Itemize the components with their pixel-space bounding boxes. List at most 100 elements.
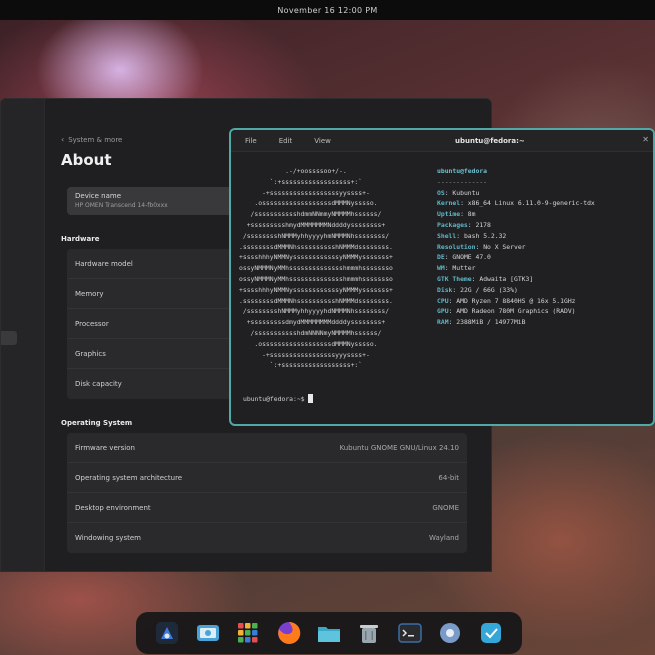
ascii-line: ossyNMMMNyMMhsssssssssssssshmmmhssssssso [239, 264, 393, 273]
info-colon: : [452, 285, 461, 294]
info-key: Resolution [437, 242, 476, 251]
files-icon [317, 627, 340, 642]
info-separator: ------------- [437, 177, 488, 186]
row-label: Desktop environment [75, 503, 151, 512]
close-icon[interactable]: ✕ [642, 135, 649, 144]
info-key: CPU [437, 296, 449, 305]
terminal-header: File Edit View ubuntu@fedora:~ ✕ [231, 130, 653, 152]
info-value: Kubuntu [452, 188, 480, 197]
row-value: Kubuntu GNOME GNU/Linux 24.10 [339, 443, 459, 452]
info-key: Uptime [437, 210, 461, 219]
terminal-window[interactable]: File Edit View ubuntu@fedora:~ ✕ .-/+oos… [229, 128, 655, 426]
os-row[interactable]: Desktop environment GNOME [67, 493, 467, 523]
terminal-icon [397, 623, 422, 643]
info-row: CPU: AMD Ryzen 7 8840HS @ 16x 5.1GHz [437, 296, 651, 307]
info-value: AMD Radeon 780M Graphics (RADV) [456, 307, 576, 316]
terminal-title: ubuntu@fedora:~ [455, 137, 525, 145]
dock-item[interactable] [274, 618, 304, 648]
info-value: GNOME 47.0 [452, 253, 491, 262]
dock [136, 612, 522, 654]
info-host: ubuntu@fedora [437, 167, 488, 175]
back-button-label: System & more [68, 135, 123, 144]
software-icon [480, 623, 501, 643]
info-row: WM: Mutter [437, 263, 651, 274]
row-label: Firmware version [75, 443, 135, 452]
info-row: Kernel: x86_64 Linux 6.11.0-9-generic-td… [437, 198, 651, 209]
neofetch-info: ubuntu@fedora ------------- OS: Kubuntu K… [437, 166, 651, 328]
ascii-line: ossyNMMMNyMMhsssssssssssssshmmmhssssssso [239, 274, 393, 283]
ascii-line: +sssshhhyNMMNyssssssssssssyNMMMysssssss+ [239, 253, 393, 262]
ascii-line: `:+ssssssssssssssssss+:` [239, 361, 363, 370]
info-row: OS: Kubuntu [437, 188, 651, 199]
ascii-line: +ssssssssshmydMMMMMMMNddddyssssssss+ [239, 220, 386, 229]
text-cursor [307, 394, 313, 403]
screenshot-icon [196, 625, 219, 641]
ascii-line: /sssssssshNMMMyhhyyyyhmNMMMNhssssssss/ [239, 231, 390, 240]
menu-edit[interactable]: Edit [279, 137, 293, 145]
row-value: Wayland [428, 534, 459, 542]
os-row[interactable]: Operating system architecture 64-bit [67, 463, 467, 493]
ascii-line: .ossssssssssssssssssdMMMNysssso. [239, 199, 378, 208]
app-center-icon [156, 622, 179, 644]
terminal-prompt[interactable]: ubuntu@fedora:~$ [243, 394, 313, 403]
ascii-line: .-/+oossssoo+/-. [239, 167, 347, 175]
row-label: Memory [75, 289, 104, 298]
dock-item[interactable] [152, 618, 182, 648]
dock-item[interactable] [395, 618, 425, 648]
settings-icon [440, 623, 461, 643]
info-value: x86_64 Linux 6.11.0-9-generic-tdx [467, 199, 595, 208]
top-bar: November 16 12:00 PM [0, 0, 655, 20]
menu-file[interactable]: File [245, 137, 257, 145]
row-label: Disk capacity [75, 380, 122, 388]
dock-item[interactable] [314, 618, 344, 648]
back-button[interactable]: ‹ System & more [61, 135, 122, 144]
row-label: Hardware model [75, 259, 133, 268]
info-key: GPU [437, 307, 449, 316]
row-label: Graphics [75, 349, 106, 358]
info-value: Mutter [452, 264, 476, 273]
info-row: Disk: 22G / 66G (33%) [437, 285, 651, 296]
terminal-menu: File Edit View [245, 137, 331, 145]
chevron-left-icon: ‹ [61, 135, 65, 144]
os-section-title: Operating System [61, 419, 133, 427]
dock-item[interactable] [233, 618, 263, 648]
app-grid-icon [238, 623, 258, 643]
page-title: About [61, 151, 112, 169]
dock-item[interactable] [476, 618, 506, 648]
info-colon: : [456, 231, 464, 240]
dock-item[interactable] [354, 618, 384, 648]
info-row: Resolution: No X Server [437, 242, 651, 253]
ascii-line: /ssssssssssshdmNNNNmyNMMMMhssssss/ [239, 328, 382, 337]
info-row: RAM: 2388MiB / 14977MiB [437, 317, 651, 328]
dock-item[interactable] [193, 618, 223, 648]
os-row[interactable]: Windowing system Wayland [67, 523, 467, 553]
os-row[interactable]: Firmware version Kubuntu GNOME GNU/Linux … [67, 433, 467, 463]
dock-item[interactable] [435, 618, 465, 648]
info-row: DE: GNOME 47.0 [437, 252, 651, 263]
sidebar-toggle-handle[interactable] [1, 331, 17, 345]
row-label: Windowing system [75, 534, 141, 542]
info-value: 8m [467, 210, 476, 219]
row-label: Processor [75, 319, 109, 328]
info-value: Adwaita [GTK3] [479, 274, 534, 283]
menu-view[interactable]: View [314, 137, 331, 145]
clock[interactable]: November 16 12:00 PM [277, 6, 377, 15]
info-key: Disk [437, 285, 453, 294]
ascii-line: +sssssssssdmydMMMMMMMMddddyssssssss+ [239, 318, 386, 327]
info-key: Kernel [437, 199, 461, 208]
info-value: 22G / 66G (33%) [460, 285, 518, 294]
ascii-line: `:+ssssssssssssssssss+:` [239, 177, 363, 186]
ascii-line: .ssssssssdMMMNhsssssssssshNMMMdssssssss. [239, 296, 393, 305]
info-row: GPU: AMD Radeon 780M Graphics (RADV) [437, 306, 651, 317]
info-value: bash 5.2.32 [463, 231, 507, 240]
info-key: OS [437, 188, 445, 197]
info-value: 2178 [475, 220, 491, 229]
info-key: Packages [437, 220, 468, 229]
ascii-line: /sssssssshNMMMyhhyyyyhdNMMMNhssssssss/ [239, 307, 390, 316]
info-key: WM [437, 264, 445, 273]
info-key: GTK Theme [437, 274, 472, 283]
row-label: Operating system architecture [75, 473, 183, 482]
ascii-line: -+sssssssssssssssssyyyssss+- [239, 350, 370, 359]
trash-icon [360, 625, 379, 643]
info-row: Shell: bash 5.2.32 [437, 231, 651, 242]
